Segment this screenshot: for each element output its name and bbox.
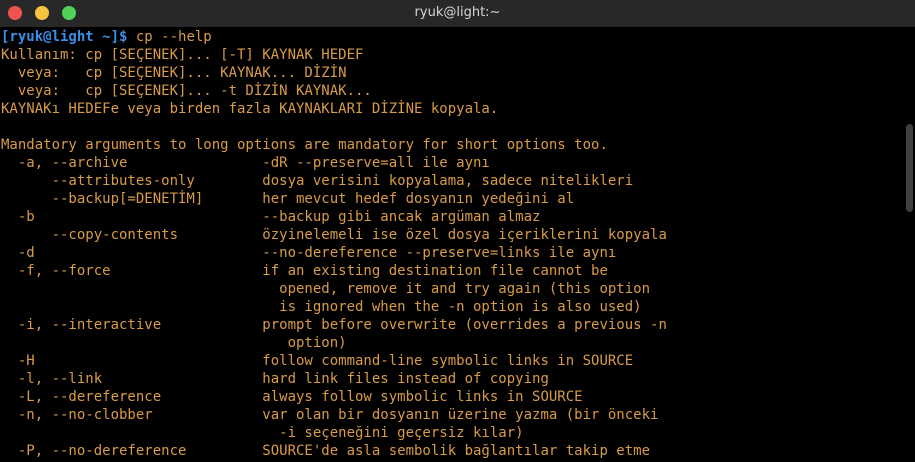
- output-line: is ignored when the -n option is also us…: [1, 299, 642, 315]
- scrollbar[interactable]: [903, 27, 915, 462]
- scrollbar-thumb[interactable]: [906, 124, 913, 212]
- output-line: veya: cp [SEÇENEK]... KAYNAK... DİZİN: [1, 65, 347, 81]
- output-line: -l, --link hard link files instead of co…: [1, 371, 549, 387]
- output-line: -n, --no-clobber var olan bir dosyanın ü…: [1, 407, 659, 423]
- shell-prompt: [ryuk@light ~]$: [1, 29, 128, 45]
- output-line: -b --backup gibi ancak argüman almaz: [1, 209, 541, 225]
- output-line: Mandatory arguments to long options are …: [1, 137, 608, 153]
- output-line: -d --no-dereference --preserve=links ile…: [1, 245, 617, 261]
- window-title: ryuk@light:~: [414, 5, 501, 20]
- output-line: --copy-contents özyinelemeli ise özel do…: [1, 227, 667, 243]
- output-line: -P, --no-dereference SOURCE'de asla semb…: [1, 443, 651, 459]
- output-line: option): [1, 335, 347, 351]
- output-line: Kullanım: cp [SEÇENEK]... [-T] KAYNAK HE…: [1, 47, 364, 63]
- output-line: veya: cp [SEÇENEK]... -t DİZİN KAYNAK...: [1, 83, 372, 99]
- prompt-line: [ryuk@light ~]$ cp --help: [1, 28, 904, 46]
- typed-command: cp --help: [135, 29, 212, 45]
- output-line: opened, remove it and try again (this op…: [1, 281, 651, 297]
- output-line: -f, --force if an existing destination f…: [1, 263, 608, 279]
- output-line: -i seçeneğini geçersiz kılar): [1, 425, 524, 441]
- output-line: -L, --dereference always follow symbolic…: [1, 389, 583, 405]
- output-line: --backup[=DENETİM] her mevcut hedef dosy…: [1, 191, 575, 207]
- title-bar[interactable]: ryuk@light:~: [0, 0, 915, 27]
- output-line: -a, --archive -dR --preserve=all ile ayn…: [1, 155, 490, 171]
- output-line: -i, --interactive prompt before overwrit…: [1, 317, 667, 333]
- output-line: KAYNAKı HEDEFe veya birden fazla KAYNAKL…: [1, 101, 499, 117]
- output-line: -H follow command-line symbolic links in…: [1, 353, 634, 369]
- terminal-window: ryuk@light:~ [ryuk@light ~]$ cp --help K…: [0, 0, 915, 462]
- terminal-output[interactable]: [ryuk@light ~]$ cp --help Kullanım: cp […: [0, 27, 904, 462]
- output-line: --attributes-only dosya verisini kopyala…: [1, 173, 634, 189]
